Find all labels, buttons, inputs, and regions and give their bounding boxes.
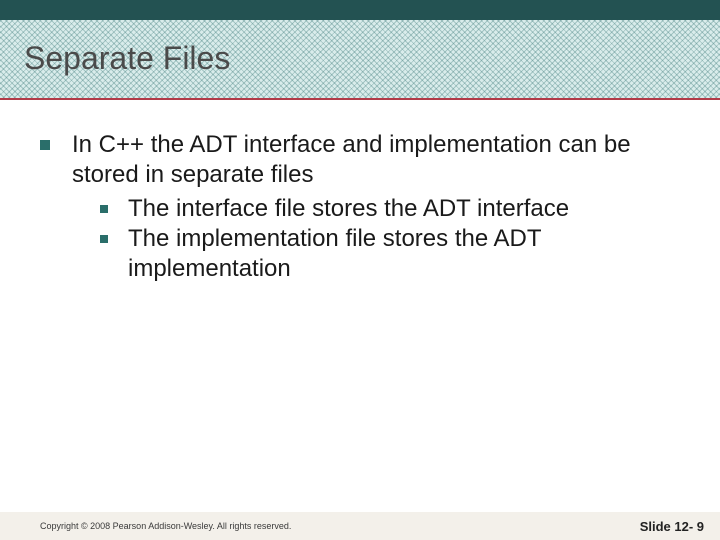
square-bullet-icon	[100, 205, 108, 213]
slide: Separate Files In C++ the ADT interface …	[0, 0, 720, 540]
bullet-level1: In C++ the ADT interface and implementat…	[40, 130, 690, 190]
bullet-text: The interface file stores the ADT interf…	[128, 194, 690, 224]
bullet-level2: The implementation file stores the ADT i…	[100, 224, 690, 284]
square-bullet-icon	[40, 140, 50, 150]
header-underline	[0, 98, 720, 100]
square-bullet-icon	[100, 235, 108, 243]
bullet-text: The implementation file stores the ADT i…	[128, 224, 690, 284]
bullet-level2: The interface file stores the ADT interf…	[100, 194, 690, 224]
copyright-text: Copyright © 2008 Pearson Addison-Wesley.…	[40, 521, 291, 531]
slide-header: Separate Files	[0, 0, 720, 100]
slide-number: Slide 12- 9	[640, 519, 704, 534]
slide-title: Separate Files	[24, 40, 230, 77]
bullet-level2-group: The interface file stores the ADT interf…	[100, 194, 690, 284]
header-top-strip	[0, 0, 720, 20]
slide-body: In C++ the ADT interface and implementat…	[40, 130, 690, 284]
bullet-text: In C++ the ADT interface and implementat…	[72, 130, 690, 190]
slide-footer: Copyright © 2008 Pearson Addison-Wesley.…	[0, 512, 720, 540]
